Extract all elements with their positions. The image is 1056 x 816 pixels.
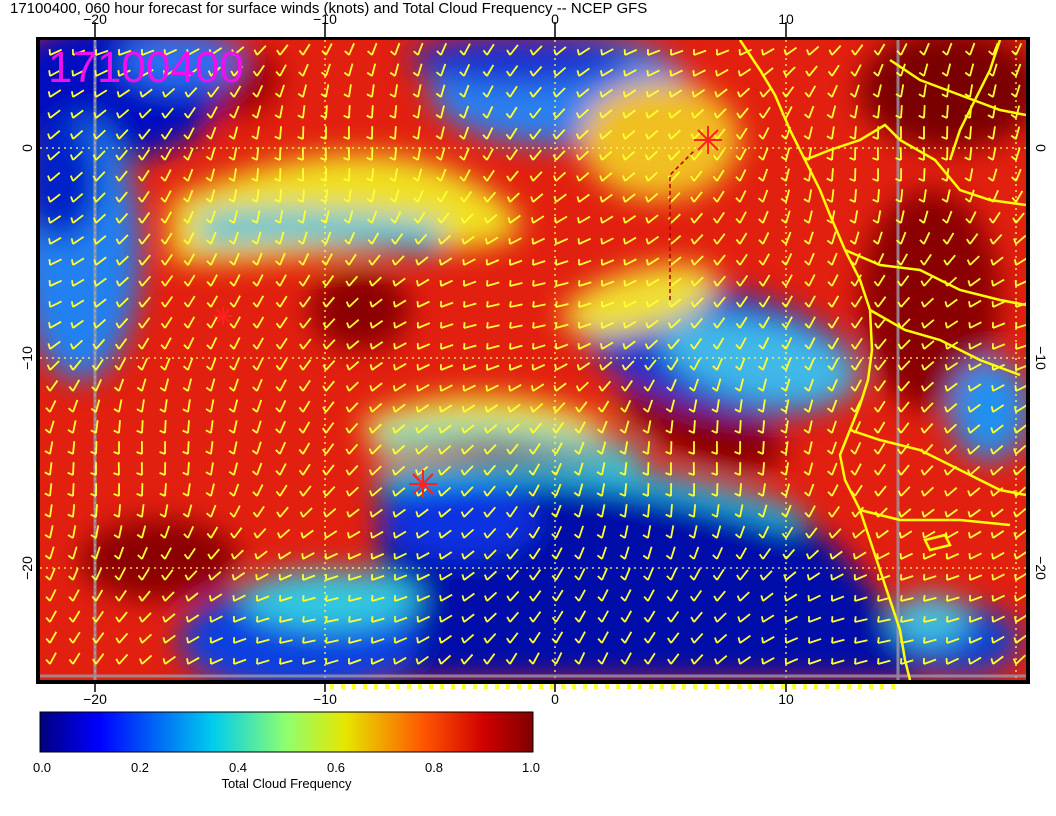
x-tick-label: 10 [778, 11, 794, 27]
wind-dot [363, 684, 367, 689]
wind-dot [572, 684, 576, 689]
wind-dot [726, 684, 730, 689]
y-axis-left: 0 −10 −20 [19, 144, 35, 580]
wind-dot [715, 684, 719, 689]
colorbar [39, 711, 534, 753]
wind-dot [330, 684, 334, 689]
x-tick-label: 10 [778, 691, 794, 707]
y-tick-label: −20 [1033, 556, 1049, 580]
wind-dot [814, 684, 818, 689]
wind-dot [440, 684, 444, 689]
wind-dot [649, 684, 653, 689]
wind-dot [847, 684, 851, 689]
y-tick-label: −10 [19, 346, 35, 370]
wind-dot [605, 684, 609, 689]
colorbar-tick: 0.4 [228, 760, 248, 775]
wind-dot [704, 684, 708, 689]
wind-dot [671, 684, 675, 689]
y-tick-label: −20 [19, 556, 35, 580]
wind-dot [385, 684, 389, 689]
wind-dot [682, 684, 686, 689]
x-axis-top: −20 −10 0 10 [83, 11, 794, 27]
wind-dot [407, 684, 411, 689]
wind-dot [517, 684, 521, 689]
wind-dot [374, 684, 378, 689]
wind-dot [627, 684, 631, 689]
wind-dot [473, 684, 477, 689]
date-stamp: 17100400 [48, 43, 244, 92]
wind-dot [880, 684, 884, 689]
wind-dot [561, 684, 565, 689]
x-axis-bottom: −20 −10 0 10 [83, 691, 794, 707]
wind-dot [748, 684, 752, 689]
colorbar-tick: 0.6 [326, 760, 346, 775]
wind-dot [693, 684, 697, 689]
wind-dot [484, 684, 488, 689]
wind-dot [462, 684, 466, 689]
wind-dot [539, 684, 543, 689]
colorbar-tick: 0.0 [32, 760, 52, 775]
x-tick-label: 0 [551, 11, 559, 27]
wind-dot [836, 684, 840, 689]
colorbar-tick: 0.8 [424, 760, 444, 775]
wind-dot [891, 684, 895, 689]
marker-star [694, 126, 722, 154]
wind-dot [341, 684, 345, 689]
wind-dot [418, 684, 422, 689]
wind-dot [429, 684, 433, 689]
wind-dot [616, 684, 620, 689]
x-tick-label: −10 [313, 11, 337, 27]
wind-dot [759, 684, 763, 689]
wind-dot [660, 684, 664, 689]
x-tick-label: 0 [551, 691, 559, 707]
colorbar-label: Total Cloud Frequency [221, 776, 352, 791]
wind-dot [792, 684, 796, 689]
wind-dot [528, 684, 532, 689]
y-tick-label: −10 [1033, 346, 1049, 370]
wind-dots [330, 684, 895, 689]
wind-dot [352, 684, 356, 689]
wind-dot [803, 684, 807, 689]
x-tick-label: −10 [313, 691, 337, 707]
wind-dot [737, 684, 741, 689]
marker-star [409, 470, 437, 498]
wind-dot [594, 684, 598, 689]
y-tick-label: 0 [19, 144, 35, 152]
wind-dot [495, 684, 499, 689]
wind-dot [869, 684, 873, 689]
y-axis-right: 0 −10 −20 [1033, 144, 1049, 580]
x-tick-label: −20 [83, 11, 107, 27]
wind-dot [506, 684, 510, 689]
wind-dot [858, 684, 862, 689]
y-tick-label: 0 [1033, 144, 1049, 152]
wind-dot [781, 684, 785, 689]
wind-dot [638, 684, 642, 689]
wind-dot [770, 684, 774, 689]
colorbar-tick: 0.2 [130, 760, 150, 775]
wind-dot [550, 684, 554, 689]
wind-dot [825, 684, 829, 689]
wind-dot [451, 684, 455, 689]
colorbar-tick: 1.0 [521, 760, 541, 775]
forecast-map: 17100400 −20 −10 0 10 −20 −10 0 10 0 −10… [19, 11, 1049, 753]
x-tick-label: −20 [83, 691, 107, 707]
wind-dot [396, 684, 400, 689]
wind-dot [583, 684, 587, 689]
